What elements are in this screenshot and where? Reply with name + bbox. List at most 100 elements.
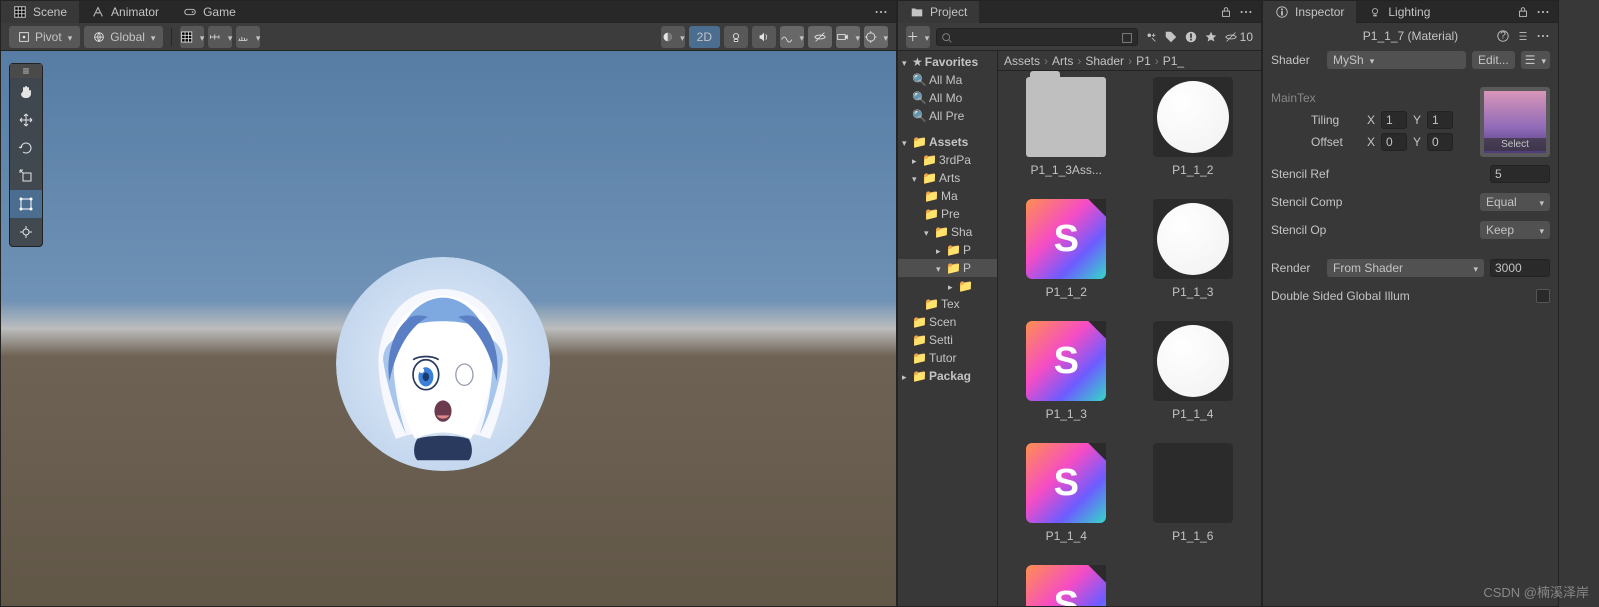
tree-all-prefabs[interactable]: 🔍 All Pre	[898, 107, 997, 125]
hand-tool[interactable]	[10, 78, 42, 106]
tiling-x-input[interactable]: 1	[1381, 111, 1407, 129]
tree-assets[interactable]: 📁 Assets	[898, 133, 997, 151]
2d-toggle-button[interactable]: 2D	[689, 26, 720, 48]
favorite-icon[interactable]	[1204, 30, 1218, 44]
lock-icon[interactable]	[1516, 5, 1530, 19]
lock-icon[interactable]	[1219, 5, 1233, 19]
tree-shaders[interactable]: 📁 Sha	[898, 223, 997, 241]
offset-y-input[interactable]: 0	[1427, 133, 1453, 151]
chevron-down-icon	[881, 30, 888, 44]
tab-inspector-label: Inspector	[1295, 5, 1344, 19]
search-input[interactable]	[936, 28, 1138, 46]
tree-settings[interactable]: 📁 Setti	[898, 331, 997, 349]
rotate-tool[interactable]	[10, 134, 42, 162]
edit-shader-button[interactable]: Edit...	[1472, 51, 1515, 69]
shader-menu-button[interactable]: ☰	[1521, 51, 1550, 69]
scene-toolbar: Pivot Global 2D	[1, 23, 896, 51]
transform-tool[interactable]	[10, 218, 42, 246]
grid-item[interactable]: P1_1_4	[1131, 321, 1256, 441]
tree-materials[interactable]: 📁 Ma	[898, 187, 997, 205]
tab-animator[interactable]: Animator	[79, 1, 171, 23]
tree-all-models[interactable]: 🔍 All Mo	[898, 89, 997, 107]
select-button-label: Select	[1484, 138, 1546, 151]
move-tool[interactable]	[10, 106, 42, 134]
offset-label: Offset	[1311, 135, 1361, 149]
filter-type-icon[interactable]	[1144, 30, 1158, 44]
help-icon[interactable]: ?	[1496, 29, 1510, 43]
tab-game[interactable]: Game	[171, 1, 248, 23]
tree-textures[interactable]: 📁 Tex	[898, 295, 997, 313]
crumb-3[interactable]: P1	[1136, 54, 1151, 68]
preset-icon[interactable]	[1516, 29, 1530, 43]
tree-arts[interactable]: 📁 Arts	[898, 169, 997, 187]
lighting-toggle-button[interactable]	[724, 26, 748, 48]
tree-tutorial[interactable]: 📁 Tutor	[898, 349, 997, 367]
filter-label-icon[interactable]	[1164, 30, 1178, 44]
grid-item[interactable]: P1_1_3	[1131, 199, 1256, 319]
rect-tool[interactable]	[10, 190, 42, 218]
crumb-4[interactable]: P1_	[1163, 54, 1184, 68]
camera-button[interactable]	[836, 26, 860, 48]
render-mode-dropdown[interactable]: From Shader	[1327, 259, 1484, 277]
offset-x-input[interactable]: 0	[1381, 133, 1407, 151]
menu-icon[interactable]	[1239, 5, 1253, 19]
pivot-dropdown[interactable]: Pivot	[9, 26, 80, 48]
shader-thumb: S	[1026, 321, 1106, 401]
texture-preview[interactable]: Select	[1480, 87, 1550, 157]
create-button[interactable]: ＋	[906, 26, 930, 48]
tab-scene[interactable]: Scene	[1, 1, 79, 23]
stencil-comp-dropdown[interactable]: Equal	[1480, 193, 1550, 211]
tree-packages[interactable]: 📁 Packag	[898, 367, 997, 385]
snap-toggle-button[interactable]	[236, 26, 260, 48]
stencil-op-dropdown[interactable]: Keep	[1480, 221, 1550, 239]
crumb-2[interactable]: Shader	[1085, 54, 1124, 68]
grid-item[interactable]: S	[1004, 565, 1129, 606]
tree-prefabs[interactable]: 📁 Pre	[898, 205, 997, 223]
tree-p-b[interactable]: 📁 P	[898, 259, 997, 277]
shading-mode-button[interactable]	[661, 26, 685, 48]
crumb-1[interactable]: Arts	[1052, 54, 1073, 68]
hidden-count[interactable]: 10	[1224, 30, 1253, 44]
overlay-grip[interactable]: ≡	[10, 64, 42, 78]
grid-snap-button[interactable]	[180, 26, 204, 48]
tree-favorites[interactable]: ★ Favorites	[898, 53, 997, 71]
chevron-down-icon	[198, 30, 205, 44]
issue-icon[interactable]	[1184, 30, 1198, 44]
tab-lighting[interactable]: Lighting	[1356, 1, 1442, 23]
tree-p-a[interactable]: 📁 P	[898, 241, 997, 259]
gizmos-button[interactable]	[864, 26, 888, 48]
snap-increment-button[interactable]	[208, 26, 232, 48]
tree-scenes[interactable]: 📁 Scen	[898, 313, 997, 331]
hidden-icon	[1224, 30, 1238, 44]
search-scope-icon[interactable]	[1120, 31, 1134, 45]
menu-icon[interactable]	[1536, 5, 1550, 19]
grid-item-label: P1_1_2	[1046, 285, 1087, 299]
grid-item[interactable]: SP1_1_4	[1004, 443, 1129, 563]
tree-3rdparty[interactable]: 📁 3rdPa	[898, 151, 997, 169]
shader-dropdown[interactable]: MySh	[1327, 51, 1466, 69]
tab-project[interactable]: Project	[898, 1, 979, 23]
scene-viewport[interactable]: ≡	[1, 51, 896, 606]
tree-all-materials[interactable]: 🔍 All Ma	[898, 71, 997, 89]
scale-tool[interactable]	[10, 162, 42, 190]
more-icon[interactable]	[1536, 29, 1550, 43]
double-sided-label: Double Sided Global Illum	[1271, 289, 1530, 303]
tree-p-sub[interactable]: 📁	[898, 277, 997, 295]
double-sided-checkbox[interactable]	[1536, 289, 1550, 303]
menu-icon[interactable]	[874, 5, 888, 19]
visibility-button[interactable]	[808, 26, 832, 48]
grid-item[interactable]: P1_1_3Ass...	[1004, 77, 1129, 197]
tiling-y-input[interactable]: 1	[1427, 111, 1453, 129]
fx-toggle-button[interactable]	[780, 26, 804, 48]
grid-item[interactable]: P1_1_6	[1131, 443, 1256, 563]
audio-toggle-button[interactable]	[752, 26, 776, 48]
render-queue-input[interactable]: 3000	[1490, 259, 1550, 277]
scene-sprite-object[interactable]	[336, 257, 550, 471]
stencil-ref-input[interactable]: 5	[1490, 165, 1550, 183]
grid-item[interactable]: SP1_1_3	[1004, 321, 1129, 441]
crumb-0[interactable]: Assets	[1004, 54, 1040, 68]
grid-item[interactable]: SP1_1_2	[1004, 199, 1129, 319]
grid-item[interactable]: P1_1_2	[1131, 77, 1256, 197]
tab-inspector[interactable]: Inspector	[1263, 1, 1356, 23]
global-dropdown[interactable]: Global	[84, 26, 163, 48]
